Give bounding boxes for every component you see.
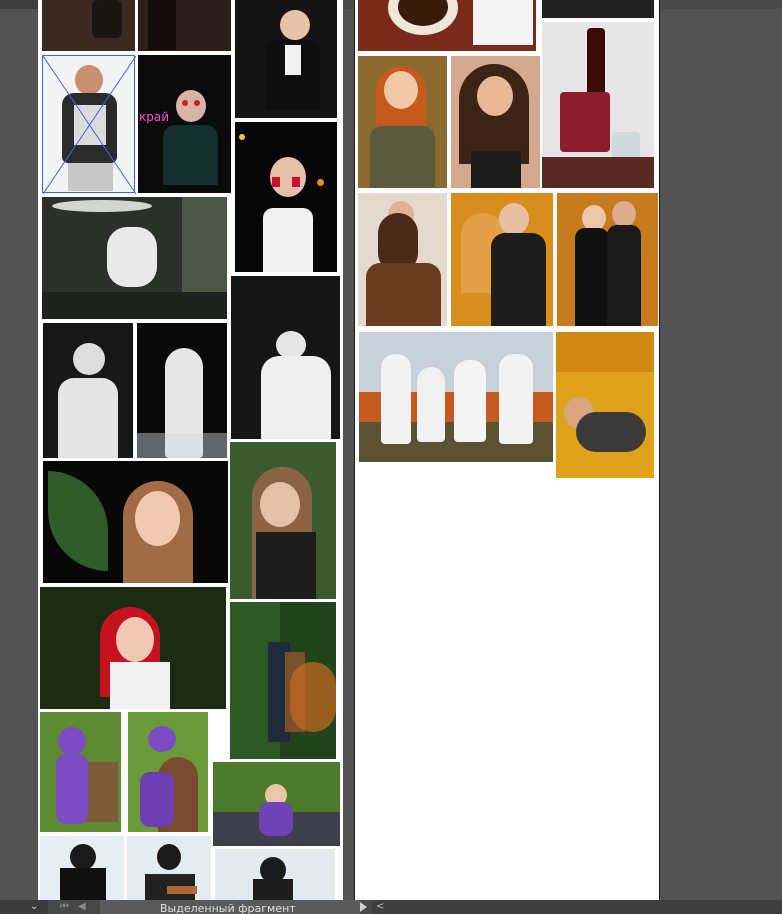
document-canvas[interactable]: край: [0, 0, 782, 900]
photo-tile[interactable]: [42, 197, 227, 319]
photo-tile[interactable]: [40, 836, 124, 900]
photo-tile[interactable]: [128, 712, 208, 832]
selection-cross-icon: [43, 56, 136, 194]
photo-tile[interactable]: [542, 22, 654, 188]
photo-tile[interactable]: [557, 193, 658, 326]
photo-tile[interactable]: [451, 56, 540, 188]
horizontal-scrollbar[interactable]: <: [372, 900, 782, 914]
collage-page-right[interactable]: [354, 0, 660, 900]
zoom-control[interactable]: ⌄: [0, 900, 48, 914]
chevron-down-icon[interactable]: ⌄: [30, 901, 38, 913]
photo-tile[interactable]: [231, 276, 340, 439]
overlay-text[interactable]: край: [139, 110, 169, 124]
photo-tile[interactable]: [230, 442, 336, 599]
photo-tile[interactable]: [138, 55, 231, 193]
photo-tile[interactable]: [42, 0, 135, 51]
photo-tile[interactable]: [127, 836, 211, 900]
photo-tile[interactable]: [359, 332, 553, 462]
photo-tile[interactable]: [40, 712, 121, 832]
photo-tile[interactable]: [43, 461, 228, 583]
photo-tile[interactable]: [215, 849, 335, 900]
collage-page-left[interactable]: край: [38, 0, 343, 900]
status-bar: ⌄ ⏮ ◀ Выделенный фрагмент <: [0, 900, 782, 914]
photo-tile[interactable]: [358, 193, 447, 326]
photo-tile[interactable]: [358, 56, 447, 188]
chevron-left-icon[interactable]: <: [376, 901, 384, 913]
photo-tile[interactable]: [230, 602, 336, 759]
photo-tile[interactable]: [137, 323, 227, 458]
photo-tile[interactable]: [43, 323, 133, 458]
photo-tile[interactable]: [358, 0, 536, 51]
photo-tile[interactable]: [40, 587, 226, 709]
photo-tile[interactable]: [451, 193, 553, 326]
photo-tile[interactable]: [213, 762, 340, 846]
photo-tile[interactable]: [138, 0, 231, 51]
play-icon[interactable]: [360, 902, 367, 912]
photo-tile[interactable]: [556, 332, 654, 478]
photo-tile[interactable]: [235, 0, 337, 118]
prev-frame-icon[interactable]: ◀: [78, 901, 86, 913]
status-label: Выделенный фрагмент: [160, 902, 296, 914]
photo-tile[interactable]: [235, 122, 337, 272]
info-field[interactable]: Выделенный фрагмент: [100, 900, 360, 914]
first-frame-icon[interactable]: ⏮: [60, 901, 69, 913]
photo-tile[interactable]: [542, 0, 654, 18]
selection-frame[interactable]: [42, 55, 136, 194]
